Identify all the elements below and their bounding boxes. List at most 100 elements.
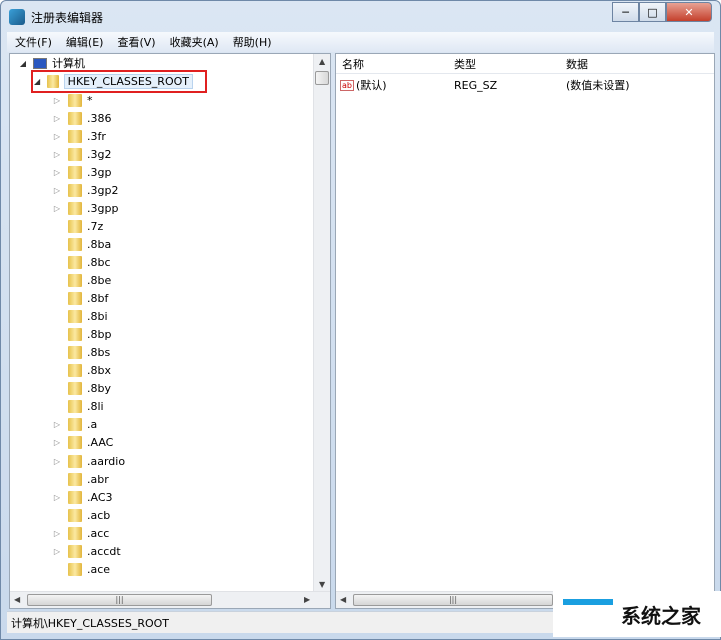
tree-key[interactable]: .abr — [52, 470, 109, 488]
tree-label: .a — [87, 418, 98, 432]
registry-editor-window: 注册表编辑器 ─ □ ✕ 文件(F) 编辑(E) 查看(V) 收藏夹(A) 帮助… — [0, 0, 721, 640]
tree-key[interactable]: .8bf — [52, 290, 108, 308]
tree-label: .3gp2 — [87, 183, 119, 197]
scroll-down-arrow-icon[interactable]: ▼ — [319, 580, 325, 589]
window-title: 注册表编辑器 — [31, 10, 104, 25]
tree-key[interactable]: ▷ .acc — [52, 524, 109, 542]
tree-label: .ace — [87, 562, 111, 576]
column-name[interactable]: 名称 — [342, 56, 364, 72]
computer-icon — [33, 57, 47, 69]
maximize-button[interactable]: □ — [639, 2, 666, 22]
tree-key[interactable]: .8ba — [52, 235, 111, 253]
collapse-arrow-icon[interactable]: ◢ — [18, 59, 28, 68]
expand-arrow-icon[interactable]: ▷ — [52, 132, 62, 141]
folder-icon — [68, 129, 82, 143]
menu-view[interactable]: 查看(V) — [117, 34, 155, 50]
tree-key-hkey-classes-root[interactable]: ◢ HKEY_CLASSES_ROOT — [31, 70, 207, 93]
tree-key[interactable]: .ace — [52, 560, 110, 578]
scroll-up-arrow-icon[interactable]: ▲ — [319, 57, 325, 66]
expand-arrow-icon[interactable]: ▷ — [52, 420, 62, 429]
menu-file[interactable]: 文件(F) — [15, 34, 52, 50]
values-pane: 名称 类型 数据 ab (默认) REG_SZ (数值未设置) ◀ ||| — [335, 53, 715, 609]
scroll-left-arrow-icon[interactable]: ◀ — [14, 595, 20, 604]
folder-icon — [68, 328, 82, 342]
folder-icon — [47, 75, 59, 88]
tree-label: .8ba — [87, 237, 112, 251]
tree-label: .386 — [87, 111, 112, 125]
tree-label: .AAC — [87, 436, 114, 450]
folder-icon — [68, 400, 82, 414]
regedit-app-icon — [9, 9, 25, 25]
tree-vertical-scrollbar[interactable]: ▲ ▼ — [313, 54, 330, 592]
tree-horizontal-scrollbar[interactable]: ◀ ||| ▶ — [10, 591, 330, 608]
tree-key[interactable]: .8bc — [52, 253, 111, 271]
tree-key[interactable]: ▷ .accdt — [52, 542, 121, 560]
folder-icon — [68, 508, 82, 522]
column-data[interactable]: 数据 — [566, 56, 588, 72]
house-logo-icon — [563, 599, 613, 629]
tree-key[interactable]: ▷ .AAC — [52, 434, 113, 452]
string-value-icon: ab — [340, 79, 354, 91]
expand-arrow-icon[interactable]: ▷ — [52, 438, 62, 447]
scroll-right-arrow-icon[interactable]: ▶ — [304, 595, 310, 604]
tree-key[interactable]: ▷ .AC3 — [52, 488, 113, 506]
folder-icon — [68, 472, 82, 486]
expand-arrow-icon[interactable]: ▷ — [52, 96, 62, 105]
tree-label: .8bc — [87, 255, 111, 269]
tree-key[interactable]: ▷ .3gp2 — [52, 181, 118, 199]
minimize-button[interactable]: ─ — [612, 2, 639, 22]
expand-arrow-icon[interactable]: ▷ — [52, 204, 62, 213]
tree-label: .3gp — [87, 165, 112, 179]
tree-label: .aardio — [87, 454, 126, 468]
tree-key[interactable]: ▷ * — [52, 91, 93, 109]
tree-key[interactable]: ▷ .a — [52, 416, 97, 434]
tree-key[interactable]: .acb — [52, 506, 110, 524]
expand-arrow-icon[interactable]: ▷ — [52, 547, 62, 556]
folder-icon — [68, 93, 82, 107]
expand-arrow-icon[interactable]: ▷ — [52, 493, 62, 502]
folder-icon — [68, 382, 82, 396]
expand-arrow-icon[interactable]: ▷ — [52, 168, 62, 177]
value-row[interactable]: ab (默认) REG_SZ (数值未设置) — [340, 76, 710, 94]
value-name: (默认) — [355, 79, 387, 92]
column-type[interactable]: 类型 — [454, 56, 476, 72]
value-data: (数值未设置) — [566, 79, 630, 92]
tree-label: .8by — [87, 382, 111, 396]
folder-icon — [68, 454, 82, 468]
tree-label: 计算机 — [52, 57, 85, 70]
tree-key[interactable]: .8bp — [52, 326, 111, 344]
menu-bar: 文件(F) 编辑(E) 查看(V) 收藏夹(A) 帮助(H) — [7, 32, 714, 52]
expand-arrow-icon[interactable]: ▷ — [52, 150, 62, 159]
expand-arrow-icon[interactable]: ▷ — [52, 529, 62, 538]
tree-key[interactable]: .7z — [52, 217, 103, 235]
tree-key[interactable]: ▷ .3fr — [52, 127, 106, 145]
expand-arrow-icon[interactable]: ▷ — [52, 114, 62, 123]
tree-key[interactable]: ▷ .aardio — [52, 452, 125, 470]
tree-key[interactable]: .8li — [52, 398, 104, 416]
tree-key[interactable]: .8bi — [52, 308, 108, 326]
expand-arrow-icon[interactable]: ▷ — [52, 186, 62, 195]
tree-key[interactable]: ▷ .386 — [52, 109, 112, 127]
tree-key[interactable]: .8be — [52, 272, 111, 290]
menu-favorites[interactable]: 收藏夹(A) — [170, 34, 219, 50]
tree-key[interactable]: .8bx — [52, 362, 111, 380]
collapse-arrow-icon[interactable]: ◢ — [33, 77, 41, 86]
tree-key[interactable]: .8bs — [52, 344, 110, 362]
tree-label: .3g2 — [87, 147, 112, 161]
key-tree-pane: ◢ 计算机 ◢ HKEY_CLASSES_ROOT ▷ * ▷ .386 ▷ .3fr ▷ .3g2 ▷… — [9, 53, 331, 609]
tree-hscroll-thumb[interactable]: ||| — [27, 594, 212, 606]
tree-scroll-thumb[interactable] — [315, 71, 329, 85]
tree-key[interactable]: ▷ .3gp — [52, 163, 111, 181]
tree-label: .accdt — [87, 544, 121, 558]
menu-help[interactable]: 帮助(H) — [233, 34, 272, 50]
tree-label: .8bf — [87, 292, 109, 306]
tree-key[interactable]: ▷ .3gpp — [52, 199, 118, 217]
values-hscroll-thumb[interactable]: ||| — [353, 594, 553, 606]
scroll-left-arrow-icon[interactable]: ◀ — [340, 595, 346, 604]
tree-key[interactable]: .8by — [52, 380, 111, 398]
expand-arrow-icon[interactable]: ▷ — [52, 457, 62, 466]
menu-edit[interactable]: 编辑(E) — [66, 34, 104, 50]
close-button[interactable]: ✕ — [666, 2, 712, 22]
tree-label: .8bp — [87, 328, 112, 342]
tree-key[interactable]: ▷ .3g2 — [52, 145, 111, 163]
